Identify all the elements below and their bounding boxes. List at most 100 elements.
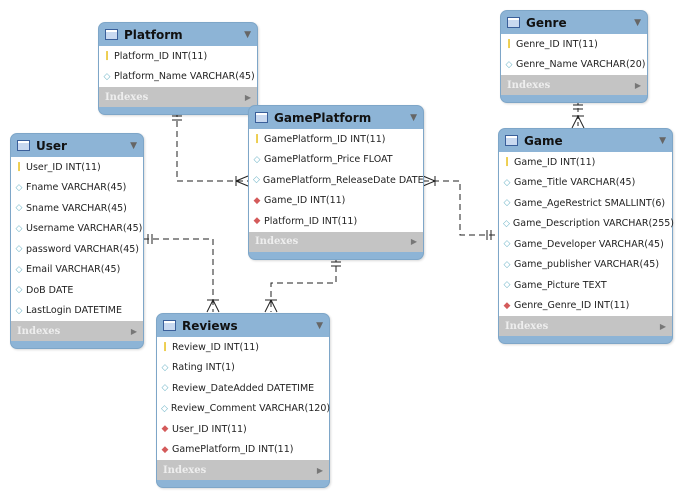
column-row[interactable]: ❙ GamePlatform_ID INT(11) — [249, 129, 423, 150]
column-row[interactable]: ◇ Game_Picture TEXT — [499, 275, 672, 296]
column-row[interactable]: ◇ Email VARCHAR(45) — [11, 260, 143, 281]
primary-key-icon: ❙ — [15, 162, 23, 173]
column-row[interactable]: ◇ Genre_Name VARCHAR(20) — [501, 55, 647, 76]
column-label: Email VARCHAR(45) — [26, 264, 121, 276]
table-reviews[interactable]: Reviews ▼ ❙ Review_ID INT(11) ◇ Rating INT(1… — [156, 313, 330, 488]
table-gameplatform[interactable]: GamePlatform ▼ ❙ GamePlatform_ID INT(11) ◇ G… — [248, 105, 424, 260]
column-label: Review_ID INT(11) — [172, 341, 259, 353]
table-header[interactable]: Genre ▼ — [501, 11, 647, 34]
indexes-section[interactable]: Indexes ▶ — [501, 75, 647, 95]
column-label: Game_publisher VARCHAR(45) — [514, 259, 660, 271]
indexes-section[interactable]: Indexes ▶ — [99, 87, 257, 107]
column-label: DoB DATE — [26, 284, 74, 296]
foreign-key-icon: ◆ — [253, 216, 261, 227]
column-row[interactable]: ◇ DoB DATE — [11, 280, 143, 301]
table-header[interactable]: Game ▼ — [499, 129, 672, 152]
collapse-triangle-icon[interactable]: ▼ — [244, 30, 251, 40]
column-row[interactable]: ◇ LastLogin DATETIME — [11, 301, 143, 322]
indexes-section[interactable]: Indexes ▶ — [499, 316, 672, 336]
attribute-icon: ◇ — [253, 154, 261, 165]
collapse-triangle-icon[interactable]: ▼ — [659, 136, 666, 146]
column-row[interactable]: ◇ Username VARCHAR(45) — [11, 219, 143, 240]
column-label: Fname VARCHAR(45) — [26, 182, 127, 194]
column-row[interactable]: ◇ Game_Title VARCHAR(45) — [499, 173, 672, 194]
table-platform[interactable]: Platform ▼ ❙ Platform_ID INT(11) ◇ Platform_… — [98, 22, 258, 115]
expand-triangle-icon[interactable]: ▶ — [660, 322, 666, 331]
attribute-icon: ◇ — [161, 403, 168, 414]
table-header[interactable]: Reviews ▼ — [157, 314, 329, 337]
attribute-icon: ◇ — [503, 259, 511, 270]
table-genre[interactable]: Genre ▼ ❙ Genre_ID INT(11) ◇ Genre_Name VARC… — [500, 10, 648, 103]
column-label: Game_Title VARCHAR(45) — [514, 177, 636, 189]
column-label: password VARCHAR(45) — [26, 243, 140, 255]
rel-genre-game — [571, 101, 585, 129]
indexes-section[interactable]: Indexes ▶ — [249, 231, 423, 252]
column-row[interactable]: ❙ User_ID INT(11) — [11, 157, 143, 178]
column-label: User_ID INT(11) — [26, 161, 101, 173]
column-label: Platform_Name VARCHAR(45) — [114, 71, 255, 83]
column-row[interactable]: ◇ Rating INT(1) — [157, 358, 329, 379]
indexes-label: Indexes — [505, 320, 549, 332]
column-row[interactable]: ◇ Platform_Name VARCHAR(45) — [99, 67, 257, 88]
collapse-triangle-icon[interactable]: ▼ — [130, 141, 137, 151]
column-row[interactable]: ❙ Platform_ID INT(11) — [99, 46, 257, 67]
attribute-icon: ◇ — [503, 280, 511, 291]
table-name: Platform — [124, 27, 183, 42]
table-header[interactable]: User ▼ — [11, 134, 143, 157]
column-label: GamePlatform_Price FLOAT — [264, 154, 393, 166]
primary-key-icon: ❙ — [503, 157, 511, 168]
indexes-label: Indexes — [507, 79, 551, 91]
column-row[interactable]: ◆ User_ID INT(11) — [157, 419, 329, 440]
collapse-triangle-icon[interactable]: ▼ — [410, 113, 417, 123]
expand-triangle-icon[interactable]: ▶ — [411, 237, 417, 246]
column-label: LastLogin DATETIME — [26, 305, 122, 317]
table-game[interactable]: Game ▼ ❙ Game_ID INT(11) ◇ Game_Title VARCHA… — [498, 128, 675, 344]
indexes-label: Indexes — [105, 91, 149, 103]
column-label: Game_ID INT(11) — [514, 156, 596, 168]
column-row[interactable]: ◇ Review_Comment VARCHAR(120) — [157, 399, 330, 420]
column-row[interactable]: ◇ Game_publisher VARCHAR(45) — [499, 255, 672, 276]
column-row[interactable]: ◇ Game_Description VARCHAR(255) — [499, 214, 675, 235]
indexes-section[interactable]: Indexes ▶ — [11, 321, 143, 341]
column-row[interactable]: ◇ Sname VARCHAR(45) — [11, 198, 143, 219]
table-user[interactable]: User ▼ ❙ User_ID INT(11) ◇ Fname VARCHAR(45)… — [10, 133, 144, 349]
column-label: Genre_Genre_ID INT(11) — [514, 300, 630, 312]
column-row[interactable]: ◇ Game_AgeRestrict SMALLINT(6) — [499, 193, 672, 214]
primary-key-icon: ❙ — [103, 51, 111, 62]
expand-triangle-icon[interactable]: ▶ — [635, 81, 641, 90]
column-label: GamePlatform_ID INT(11) — [264, 133, 386, 145]
column-row[interactable]: ◆ Genre_Genre_ID INT(11) — [499, 296, 672, 317]
column-row[interactable]: ◇ password VARCHAR(45) — [11, 239, 143, 260]
attribute-icon: ◇ — [503, 177, 511, 188]
attribute-icon: ◇ — [161, 362, 169, 373]
collapse-triangle-icon[interactable]: ▼ — [316, 321, 323, 331]
column-label: Game_ID INT(11) — [264, 195, 346, 207]
column-row[interactable]: ◇ Fname VARCHAR(45) — [11, 178, 143, 199]
column-row[interactable]: ◆ GamePlatform_ID INT(11) — [157, 440, 329, 461]
column-row[interactable]: ◆ Platform_ID INT(11) — [249, 211, 423, 232]
expand-triangle-icon[interactable]: ▶ — [317, 466, 323, 475]
indexes-section[interactable]: Indexes ▶ — [157, 460, 329, 480]
rel-user-reviews — [143, 234, 220, 313]
attribute-icon: ◇ — [15, 305, 23, 316]
column-row[interactable]: ❙ Game_ID INT(11) — [499, 152, 672, 173]
expand-triangle-icon[interactable]: ▶ — [245, 93, 251, 102]
column-label: Game_Picture TEXT — [514, 279, 607, 291]
column-row[interactable]: ◇ Review_DateAdded DATETIME — [157, 378, 329, 399]
column-row[interactable]: ◇ GamePlatform_Price FLOAT — [249, 150, 423, 171]
rel-gameplatform-reviews — [264, 256, 341, 313]
expand-triangle-icon[interactable]: ▶ — [131, 327, 137, 336]
attribute-icon: ◇ — [503, 218, 510, 229]
column-label: GamePlatform_ID INT(11) — [172, 444, 294, 456]
table-icon — [505, 135, 518, 146]
table-header[interactable]: Platform ▼ — [99, 23, 257, 46]
column-row[interactable]: ❙ Review_ID INT(11) — [157, 337, 329, 358]
table-header[interactable]: GamePlatform ▼ — [249, 106, 423, 129]
column-row[interactable]: ◇ Game_Developer VARCHAR(45) — [499, 234, 672, 255]
primary-key-icon: ❙ — [505, 39, 513, 50]
column-row[interactable]: ◆ Game_ID INT(11) — [249, 191, 423, 212]
column-row[interactable]: ◇ GamePlatform_ReleaseDate DATE — [249, 170, 424, 191]
column-row[interactable]: ❙ Genre_ID INT(11) — [501, 34, 647, 55]
column-label: Game_Description VARCHAR(255) — [512, 218, 675, 230]
collapse-triangle-icon[interactable]: ▼ — [634, 18, 641, 28]
